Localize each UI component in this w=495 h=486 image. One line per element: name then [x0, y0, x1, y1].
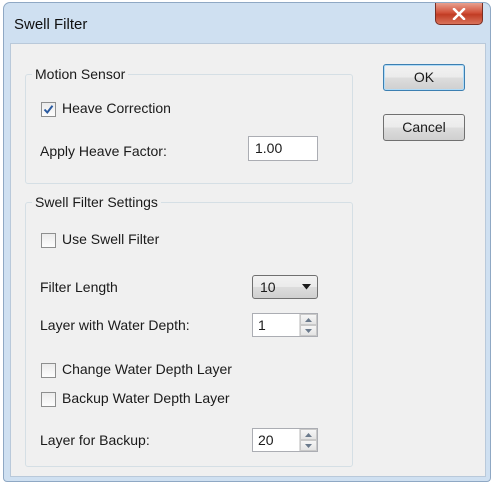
spin-up-button[interactable] — [300, 314, 317, 325]
layer-with-water-depth-value: 1 — [258, 317, 266, 333]
cancel-button[interactable]: Cancel — [383, 114, 465, 141]
motion-sensor-group: Motion Sensor Heave Correction Apply Hea… — [25, 66, 353, 184]
arrow-up-icon — [305, 432, 312, 437]
change-water-depth-layer-label[interactable]: Change Water Depth Layer — [62, 361, 232, 377]
layer-with-water-depth-label: Layer with Water Depth: — [40, 317, 190, 333]
spin-down-button[interactable] — [300, 325, 317, 336]
ok-button[interactable]: OK — [383, 64, 465, 91]
layer-for-backup-label: Layer for Backup: — [40, 432, 150, 448]
layer-for-backup-value: 20 — [258, 432, 274, 448]
heave-correction-checkbox[interactable] — [41, 102, 56, 117]
dialog-window: Swell Filter Motion Sensor Heave Correct… — [3, 2, 491, 482]
backup-water-depth-layer-label[interactable]: Backup Water Depth Layer — [62, 390, 230, 406]
use-swell-filter-label[interactable]: Use Swell Filter — [62, 231, 159, 247]
layer-with-water-depth-stepper[interactable]: 1 — [252, 313, 318, 337]
filter-length-value: 10 — [260, 279, 276, 295]
spin-down-button[interactable] — [300, 440, 317, 451]
heave-correction-label[interactable]: Heave Correction — [62, 100, 171, 116]
title-bar[interactable]: Swell Filter — [4, 3, 490, 41]
close-button[interactable] — [435, 3, 483, 25]
arrow-up-icon — [305, 317, 312, 322]
change-water-depth-layer-checkbox[interactable] — [41, 363, 56, 378]
close-icon — [452, 7, 466, 20]
swell-filter-settings-group-title: Swell Filter Settings — [32, 194, 161, 210]
filter-length-dropdown[interactable]: 10 — [252, 275, 318, 299]
motion-sensor-group-title: Motion Sensor — [32, 66, 129, 82]
backup-water-depth-layer-checkbox[interactable] — [41, 392, 56, 407]
layer-for-backup-stepper[interactable]: 20 — [252, 428, 318, 452]
use-swell-filter-checkbox[interactable] — [41, 233, 56, 248]
swell-filter-settings-group: Swell Filter Settings Use Swell Filter F… — [25, 194, 353, 467]
dialog-client-area: Motion Sensor Heave Correction Apply Hea… — [10, 43, 486, 477]
arrow-down-icon — [305, 328, 312, 333]
filter-length-label: Filter Length — [40, 279, 118, 295]
chevron-down-icon — [302, 284, 311, 290]
arrow-down-icon — [305, 443, 312, 448]
spin-buttons — [299, 314, 317, 336]
window-title: Swell Filter — [14, 16, 88, 33]
spin-up-button[interactable] — [300, 429, 317, 440]
apply-heave-factor-label: Apply Heave Factor: — [40, 143, 167, 159]
apply-heave-factor-input[interactable]: 1.00 — [248, 136, 318, 161]
checkmark-icon — [43, 105, 54, 115]
spin-buttons — [299, 429, 317, 451]
